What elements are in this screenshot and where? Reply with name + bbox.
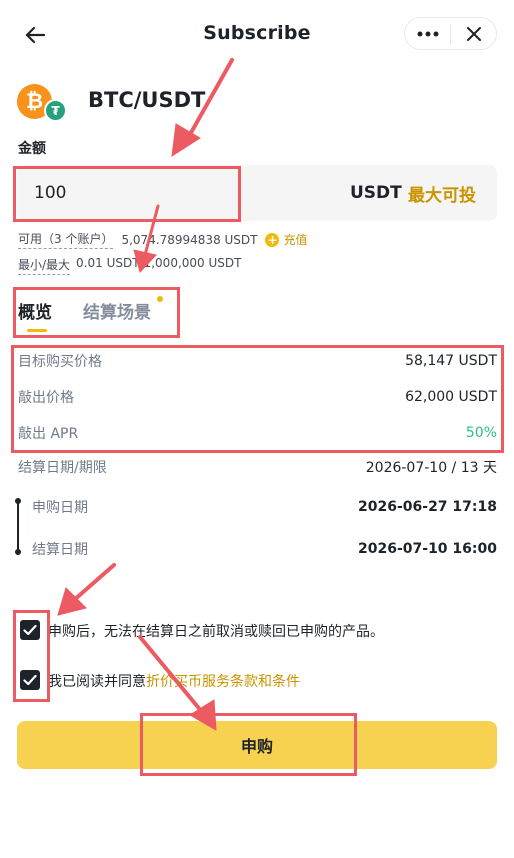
timeline-dot-start xyxy=(15,498,21,504)
close-icon xyxy=(466,26,481,41)
min-max-row: 最小/最大 0.01 USDT/1,000,000 USDT xyxy=(18,256,241,275)
amount-label: 金额 xyxy=(18,141,46,157)
max-button[interactable]: 最大可投 xyxy=(408,181,476,206)
available-label: 可用（3 个账户） xyxy=(18,230,114,249)
agreement-checkbox-1[interactable] xyxy=(20,620,40,640)
timeline-row-subscribe: 申购日期 2026-06-27 17:18 xyxy=(32,497,497,517)
detail-label: 结算日期/期限 xyxy=(18,460,107,476)
checkmark-icon xyxy=(23,674,37,686)
agreement-text-1: 申购后，无法在结算日之前取消或赎回已申购的产品。 xyxy=(48,624,384,640)
miniapp-capsule xyxy=(404,17,497,50)
timeline-label: 申购日期 xyxy=(32,500,88,516)
timeline-value: 2026-07-10 16:00 xyxy=(358,541,497,557)
detail-row-knockout-price: 敲出价格 62,000 USDT xyxy=(18,387,497,407)
detail-label: 敲出价格 xyxy=(18,390,74,406)
checkmark-icon xyxy=(23,624,37,636)
active-tab-indicator xyxy=(27,329,47,332)
detail-row-settlement-term: 结算日期/期限 2026-07-10 / 13 天 xyxy=(18,457,497,477)
detail-label: 目标购买价格 xyxy=(18,354,102,370)
min-max-value: 0.01 USDT/1,000,000 USDT xyxy=(76,256,242,270)
topup-link[interactable]: 充值 xyxy=(283,231,307,248)
detail-label: 敲出 APR xyxy=(18,426,79,442)
timeline-value: 2026-06-27 17:18 xyxy=(358,499,497,515)
detail-row-target-price: 目标购买价格 58,147 USDT xyxy=(18,351,497,371)
close-button[interactable] xyxy=(451,18,496,49)
more-dots-icon xyxy=(417,31,438,36)
tab-overview[interactable]: 概览 xyxy=(18,298,52,323)
agreement-text-2: 我已阅读并同意折价买币服务条款和条件 xyxy=(48,671,300,691)
timeline-dot-end xyxy=(15,549,21,555)
available-balance-row: 可用（3 个账户） 5,074.78994838 USDT + 充值 xyxy=(18,230,308,249)
detail-value: 58,147 USDT xyxy=(405,353,497,369)
detail-row-knockout-apr: 敲出 APR 50% xyxy=(18,423,497,443)
terms-link[interactable]: 折价买币服务条款和条件 xyxy=(146,674,300,690)
timeline-line xyxy=(17,501,19,552)
timeline-label: 结算日期 xyxy=(32,542,88,558)
timeline-row-settle: 结算日期 2026-07-10 16:00 xyxy=(32,539,497,559)
more-button[interactable] xyxy=(405,18,450,49)
amount-value[interactable]: 100 xyxy=(34,183,66,203)
new-dot-badge xyxy=(157,296,163,302)
detail-value: 62,000 USDT xyxy=(405,389,497,405)
plus-circle-icon[interactable]: + xyxy=(265,232,280,247)
tab-settlement-scenarios[interactable]: 结算场景 xyxy=(83,298,151,323)
detail-value: 2026-07-10 / 13 天 xyxy=(365,460,497,476)
usdt-icon: ₮ xyxy=(44,99,67,122)
amount-unit: USDT xyxy=(350,183,402,203)
available-value: 5,074.78994838 USDT xyxy=(121,232,258,247)
agreement-checkbox-2[interactable] xyxy=(20,670,40,690)
subscribe-button[interactable]: 申购 xyxy=(17,721,497,769)
agreement-prefix: 我已阅读并同意 xyxy=(48,674,146,690)
detail-value: 50% xyxy=(465,425,497,441)
pair-name: BTC/USDT xyxy=(88,88,206,112)
min-max-label: 最小/最大 xyxy=(18,256,71,275)
